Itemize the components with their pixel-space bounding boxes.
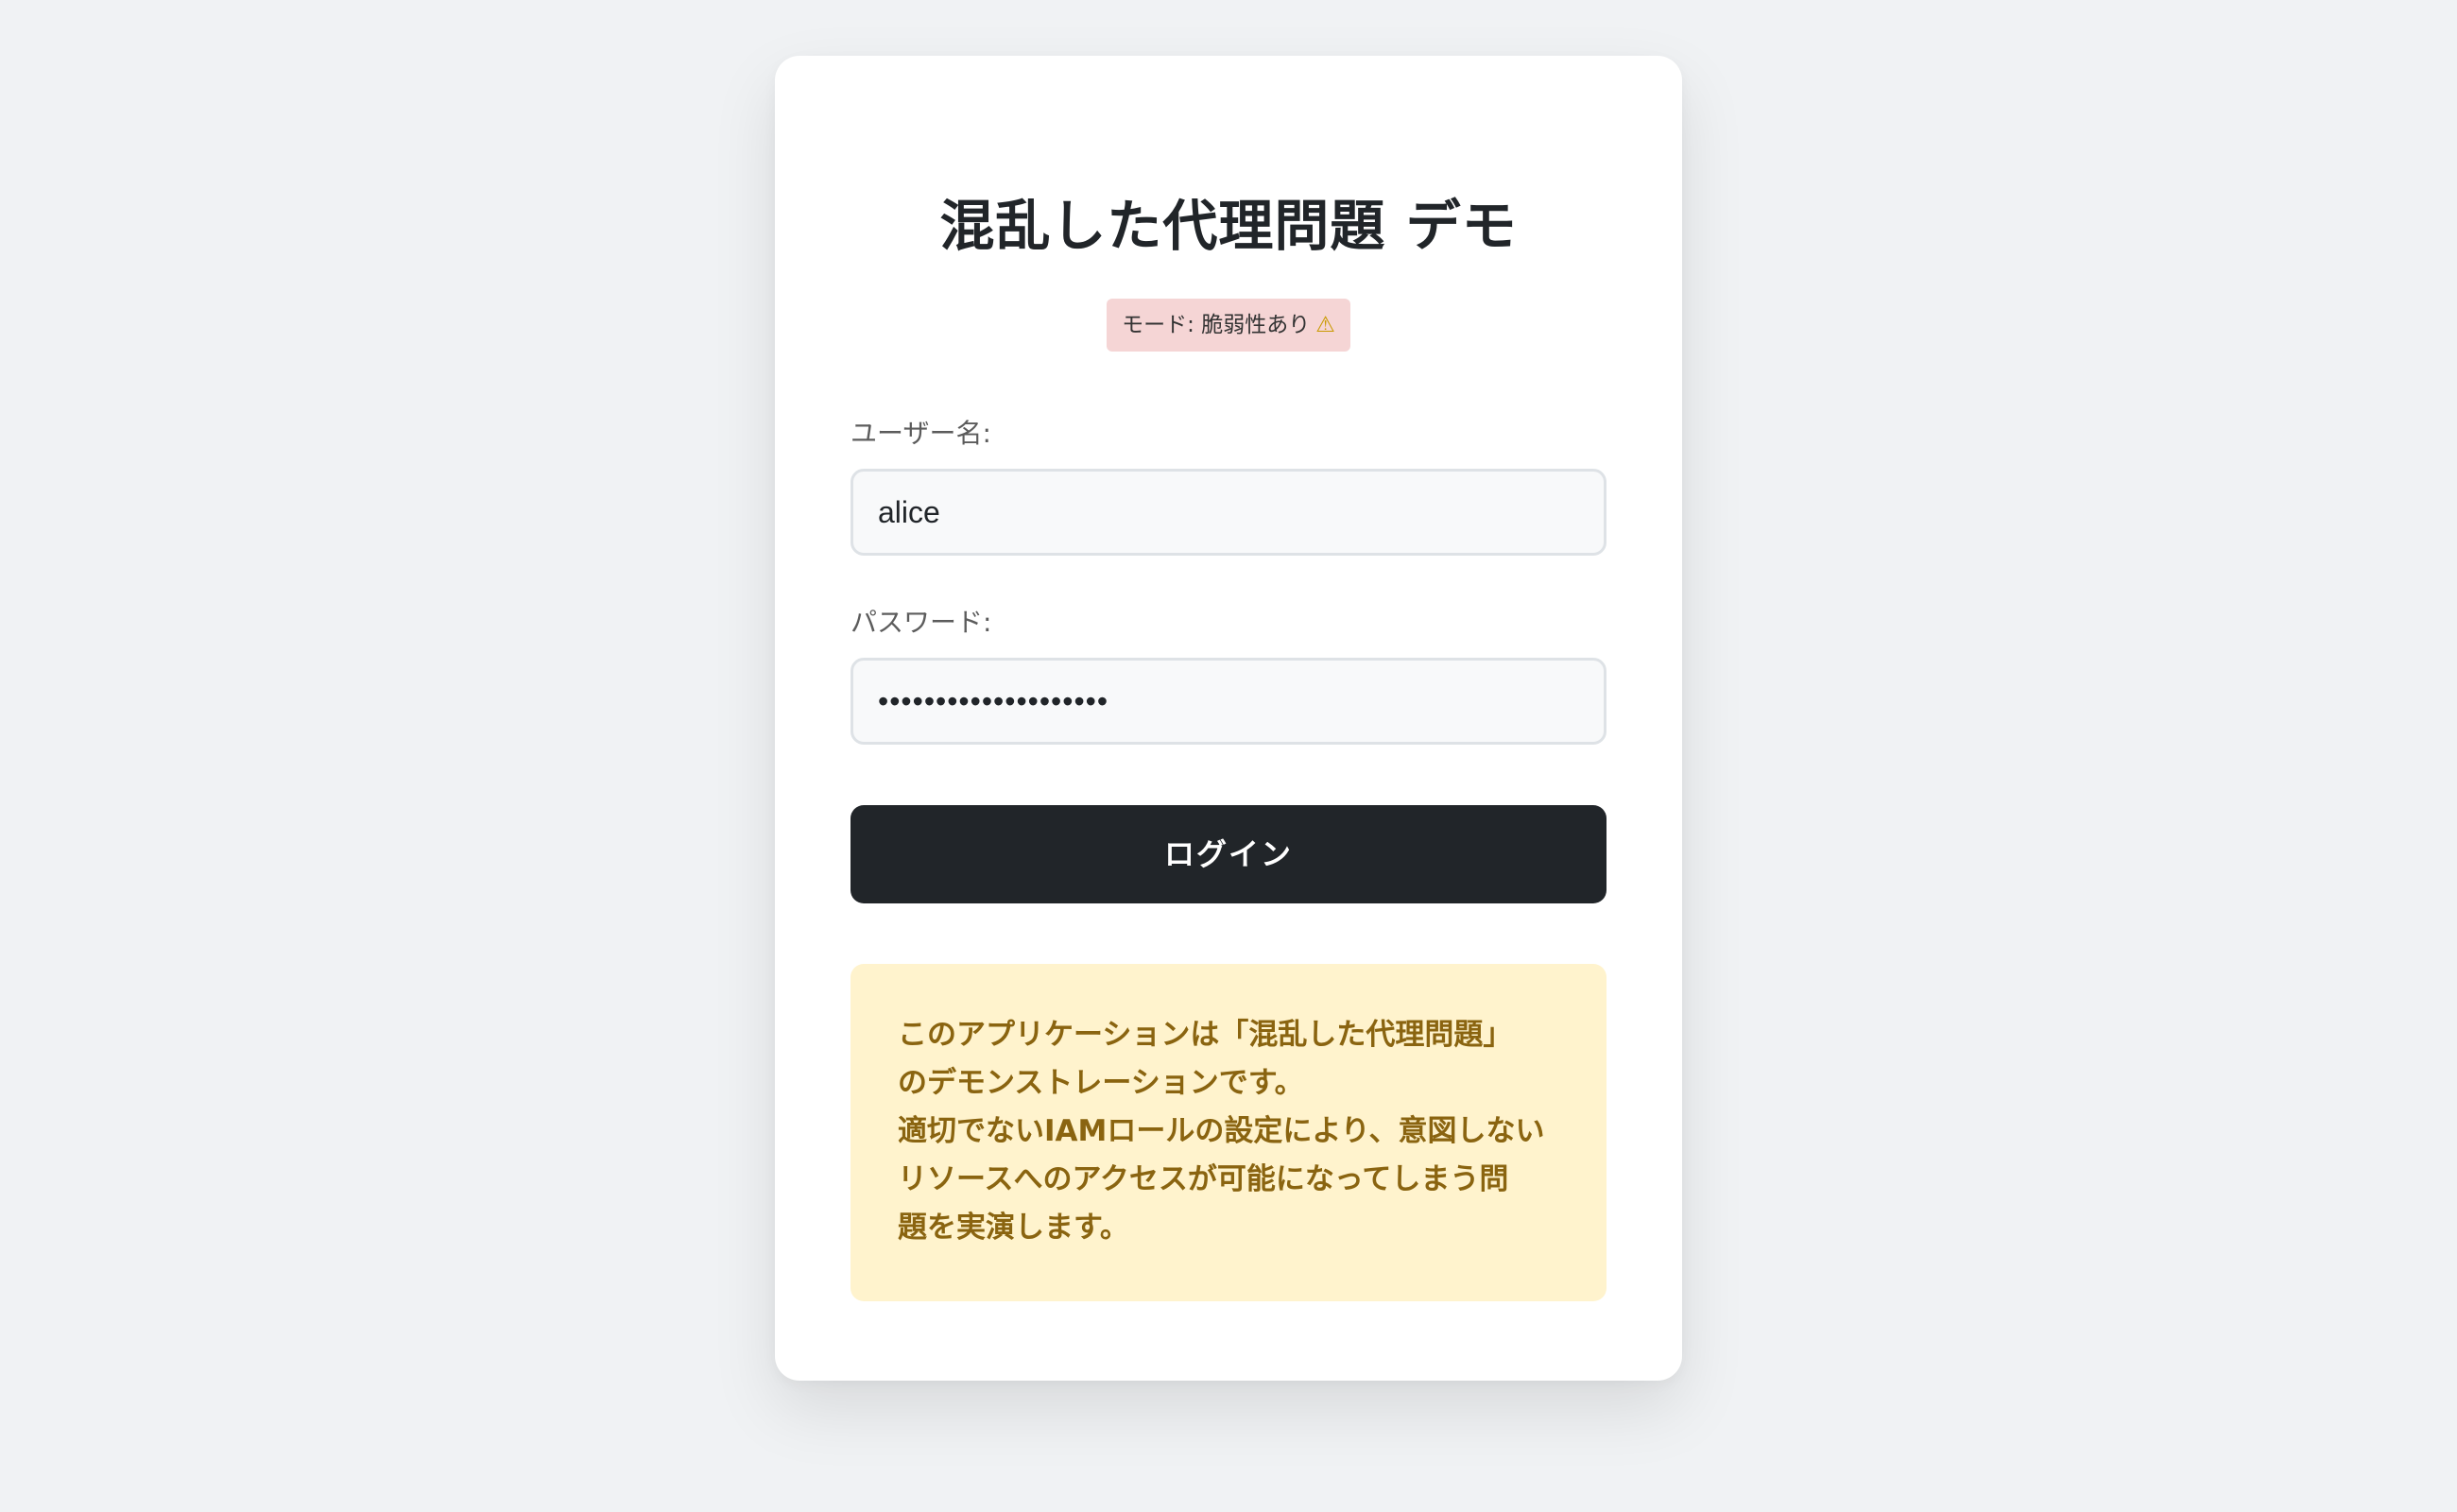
info-line: 適切でないIAMロールの設定により、意図しない <box>898 1114 1545 1148</box>
info-line: のデモンストレーションです。 <box>898 1066 1304 1100</box>
info-line: リソースへのアクセスが可能になってしまう問 <box>898 1162 1509 1196</box>
mode-badge-wrapper: モード: 脆弱性あり ⚠ <box>775 299 1682 352</box>
password-input[interactable]: •••••••••••••••••••• <box>850 658 1606 745</box>
info-line: このアプリケーションは「混乱した代理問題」 <box>898 1018 1513 1052</box>
username-label: ユーザー名: <box>850 418 991 449</box>
info-line: 題を実演します。 <box>898 1211 1129 1245</box>
password-label: パスワード: <box>850 607 992 638</box>
warning-icon: ⚠ <box>1315 313 1335 337</box>
username-value: alice <box>878 494 940 529</box>
login-button[interactable]: ログイン <box>850 805 1606 903</box>
username-input[interactable]: alice <box>850 469 1606 556</box>
page-title: 混乱した代理問題 デモ <box>939 194 1518 258</box>
mode-badge: モード: 脆弱性あり ⚠ <box>1107 299 1350 352</box>
info-box: このアプリケーションは「混乱した代理問題」 のデモンストレーションです。 適切で… <box>850 964 1606 1301</box>
mode-badge-label: モード: 脆弱性あり <box>1122 313 1311 337</box>
password-value: •••••••••••••••••••• <box>878 683 1109 718</box>
login-card: 混乱した代理問題 デモ モード: 脆弱性あり ⚠ ユーザー名: alice パスワ… <box>775 56 1682 1381</box>
